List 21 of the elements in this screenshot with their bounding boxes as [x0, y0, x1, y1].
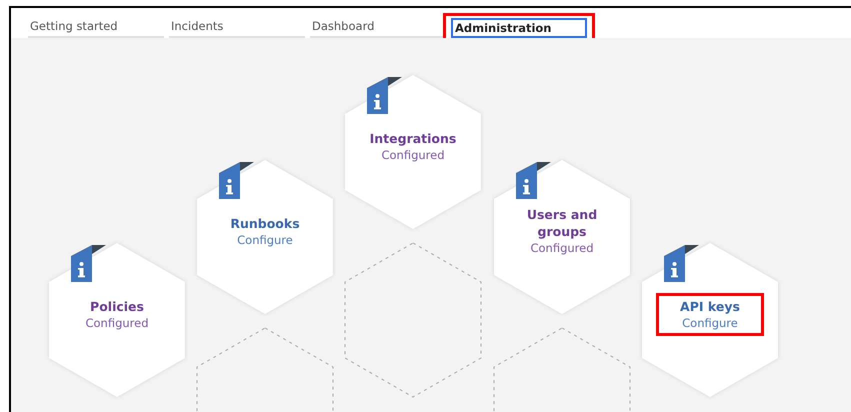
tile-title: Policies: [89, 298, 145, 314]
admin-tile[interactable]: Users and groups Configured: [493, 159, 631, 315]
tile-title: Users and groups: [526, 206, 598, 240]
info-icon[interactable]: [71, 245, 107, 282]
admin-tile[interactable]: Runbooks Configure: [196, 159, 334, 315]
admin-tile[interactable]: Policies Configured: [48, 242, 186, 398]
info-icon[interactable]: [664, 245, 700, 282]
tile-status: Configured: [530, 240, 594, 256]
tile-status: Configured: [381, 146, 445, 162]
tile-title: Integrations: [368, 130, 458, 146]
tab[interactable]: Administration: [451, 18, 587, 38]
tile-title: Runbooks: [229, 214, 301, 232]
tile-status: Configured: [85, 314, 149, 330]
admin-tile[interactable]: Integrations Configured: [344, 74, 482, 230]
info-icon[interactable]: [219, 162, 255, 199]
tile-status: Configure: [682, 314, 738, 330]
tile-title: API keys: [679, 298, 741, 314]
admin-tile[interactable]: API keys Configure: [641, 242, 779, 398]
tile-status: Configure: [237, 232, 293, 248]
info-icon[interactable]: [516, 162, 552, 199]
info-icon[interactable]: [367, 77, 403, 114]
